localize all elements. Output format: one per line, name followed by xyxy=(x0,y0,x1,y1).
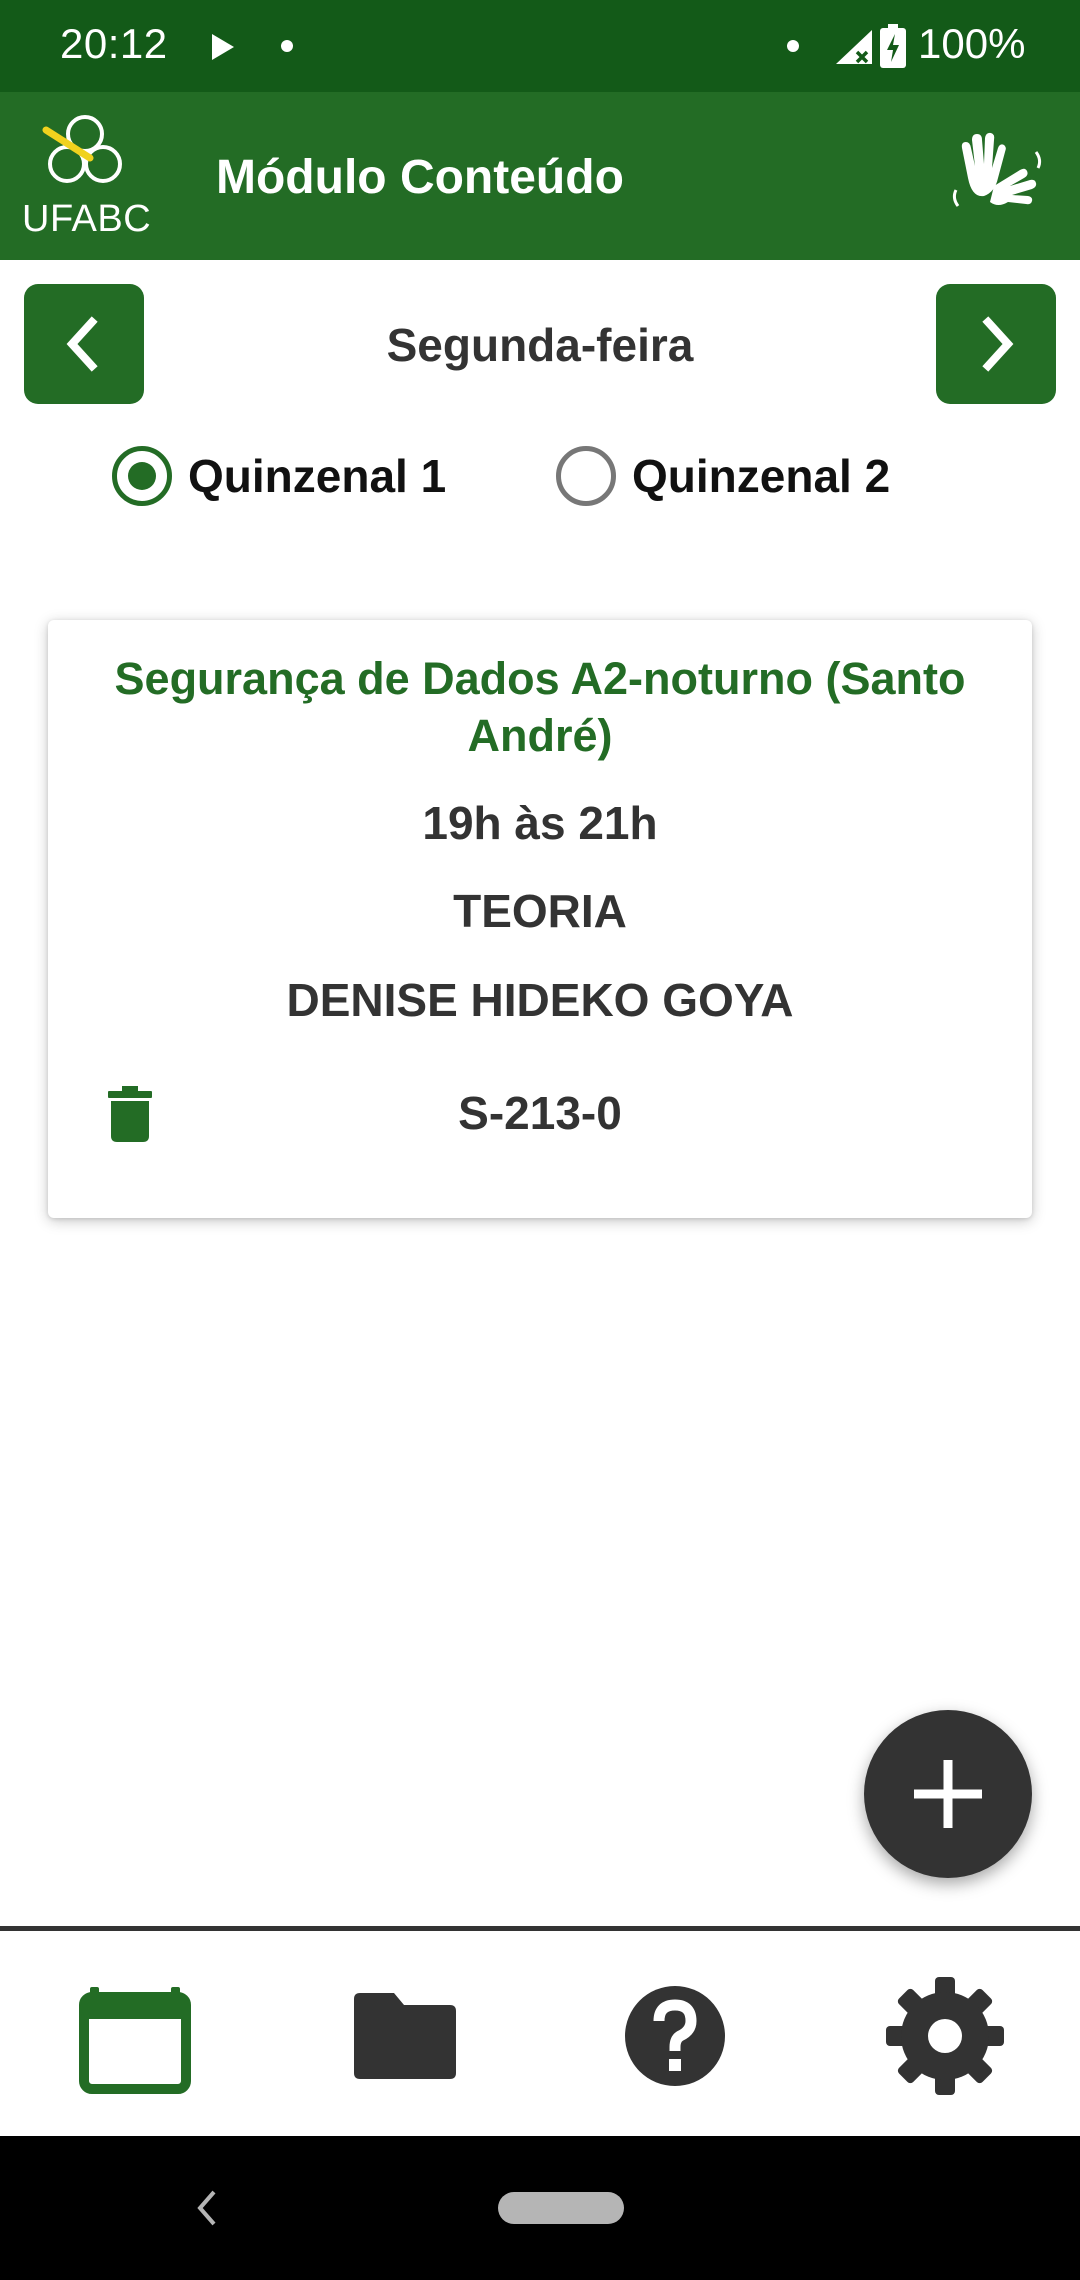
chevron-right-icon xyxy=(982,316,1014,372)
calendar-icon xyxy=(79,1987,191,2094)
battery-percentage: 100% xyxy=(918,20,1026,67)
gear-icon xyxy=(886,1977,1004,2095)
ufabc-logo: UFABC xyxy=(20,112,152,242)
battery-charging-icon xyxy=(880,24,906,68)
help-icon xyxy=(625,1986,725,2086)
notification-dot-icon xyxy=(281,40,293,52)
status-bar: 20:12 100% xyxy=(0,0,1080,92)
radio-unchecked-icon xyxy=(556,446,616,506)
class-card[interactable]: Segurança de Dados A2-noturno (Santo And… xyxy=(48,620,1032,1218)
radio-checked-icon xyxy=(112,446,172,506)
nav-folder[interactable] xyxy=(340,1971,470,2101)
app-bar: UFABC Módulo Conteúdo xyxy=(0,92,1080,260)
logo-text: UFABC xyxy=(22,198,152,240)
trash-icon[interactable] xyxy=(108,1086,152,1142)
nav-help[interactable] xyxy=(610,1971,740,2101)
add-class-button[interactable] xyxy=(864,1710,1032,1878)
next-day-button[interactable] xyxy=(936,284,1056,404)
plus-icon xyxy=(914,1760,982,1828)
class-name: Segurança de Dados A2-noturno (Santo And… xyxy=(114,653,966,761)
day-title: Segunda-feira xyxy=(386,319,694,371)
sign-language-icon[interactable] xyxy=(948,126,1044,222)
notification-dot-icon xyxy=(787,40,799,52)
play-icon xyxy=(212,34,234,60)
radio-quinzenal-1[interactable]: Quinzenal 1 xyxy=(112,446,446,506)
app-title: Módulo Conteúdo xyxy=(216,151,624,204)
home-handle[interactable] xyxy=(498,2192,624,2224)
class-type: TEORIA xyxy=(453,885,627,937)
radio-label: Quinzenal 1 xyxy=(188,450,447,502)
back-icon[interactable] xyxy=(186,2180,226,2236)
signal-icon xyxy=(836,30,872,64)
ufabc-logo-icon xyxy=(42,115,122,183)
radio-label: Quinzenal 2 xyxy=(632,450,891,502)
bottom-navigation xyxy=(0,1926,1080,2136)
class-professor: DENISE HIDEKO GOYA xyxy=(286,974,794,1026)
nav-calendar[interactable] xyxy=(70,1971,200,2101)
nav-settings[interactable] xyxy=(880,1971,1010,2101)
class-time: 19h às 21h xyxy=(422,797,658,849)
class-room: S-213-0 xyxy=(458,1087,622,1139)
radio-quinzenal-2[interactable]: Quinzenal 2 xyxy=(556,446,890,506)
folder-icon xyxy=(354,1993,456,2079)
status-time: 20:12 xyxy=(60,20,168,67)
